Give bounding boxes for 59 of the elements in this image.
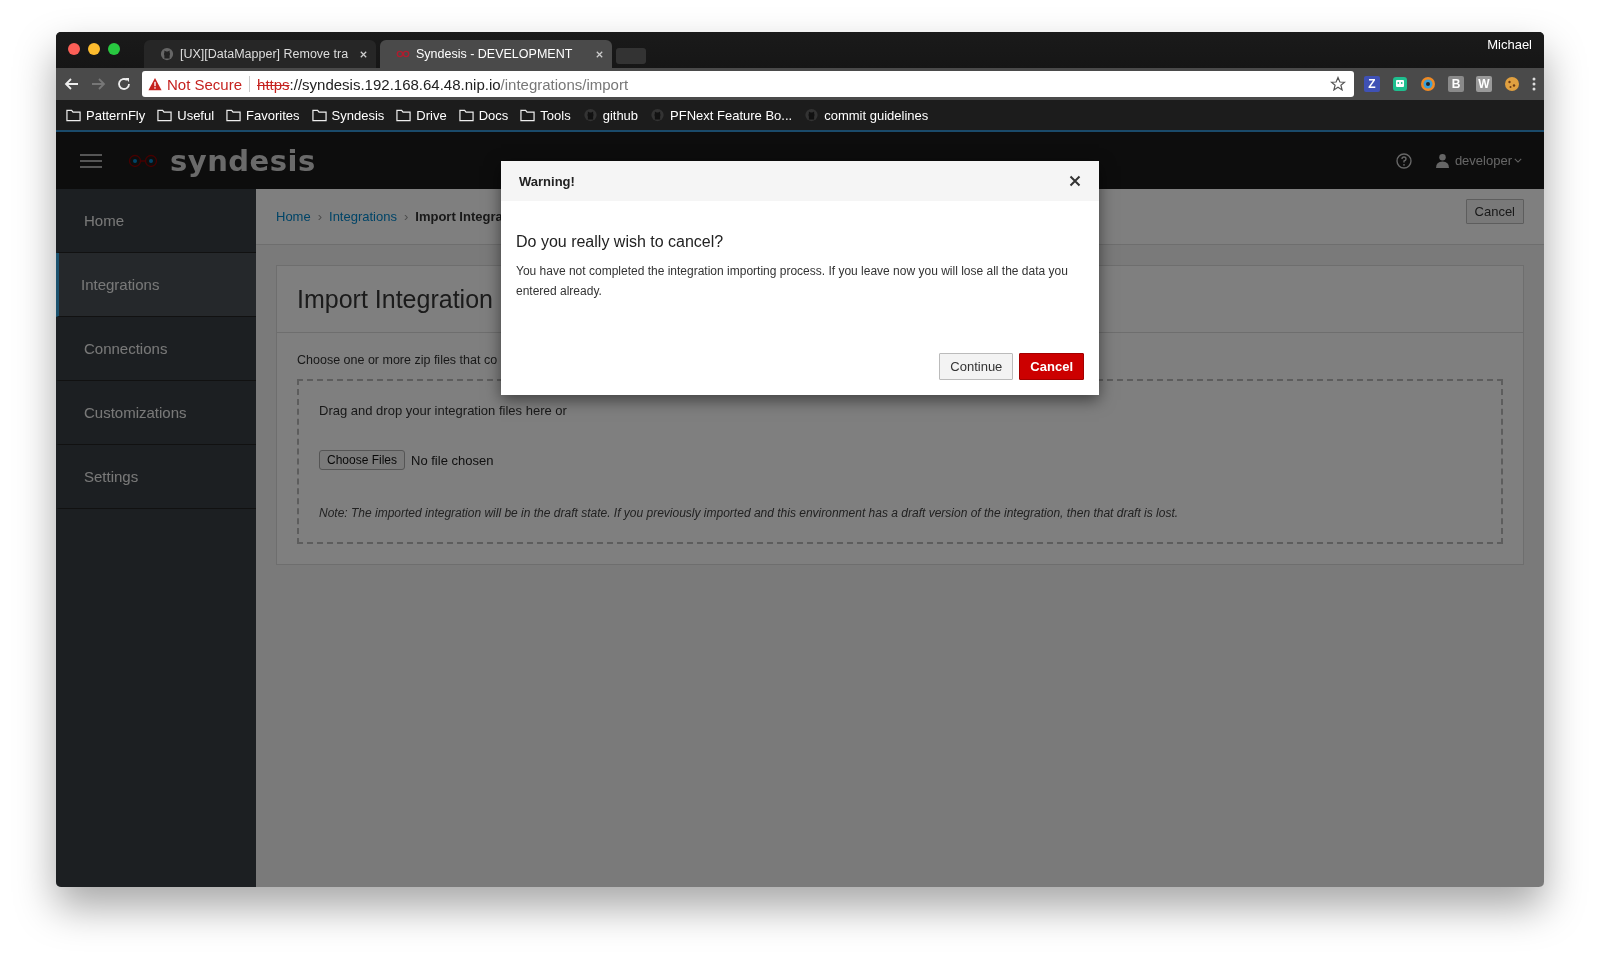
star-icon[interactable] (1330, 76, 1346, 92)
user-icon (1435, 153, 1449, 168)
folder-icon (157, 108, 173, 122)
bookmark[interactable]: Favorites (226, 107, 300, 123)
bookmark[interactable]: Syndesis (311, 107, 385, 123)
warning-icon (148, 77, 162, 91)
browser-tab[interactable]: [UX][DataMapper] Remove tra (144, 40, 376, 68)
choose-files-button[interactable]: Choose Files (319, 450, 406, 470)
cancel-button[interactable]: Cancel (1465, 199, 1524, 224)
tab-title: [UX][DataMapper] Remove tra (180, 47, 350, 61)
folder-icon (66, 108, 81, 122)
extension-icon[interactable] (1420, 76, 1436, 92)
cookie-icon[interactable] (1504, 76, 1520, 92)
address-bar[interactable]: Not Secure https://syndesis.192.168.64.48.nip.io/integrations/import (142, 71, 1354, 97)
zoom-dot[interactable] (108, 43, 120, 55)
glasses-icon (128, 153, 158, 168)
tab-title: Syndesis - DEVELOPMENT (416, 47, 574, 61)
extension-icon[interactable]: Z (1364, 76, 1380, 92)
browser-tab[interactable]: Syndesis - DEVELOPMENT (380, 40, 612, 68)
note-text: Note: The imported integration will be in the draft state. If you previously imported and this environment has a draft version of the integration, then that draft is lost. (319, 506, 1180, 520)
bookmark[interactable]: PatternFly (66, 107, 146, 123)
page-title: Import Integration (297, 284, 493, 314)
instructions-text: Choose one or more zip files that co (297, 353, 498, 367)
close-icon[interactable] (1069, 175, 1081, 187)
reload-icon[interactable] (116, 76, 132, 92)
folder-icon (226, 108, 242, 122)
minimize-dot[interactable] (88, 43, 100, 55)
close-dot[interactable] (68, 43, 80, 55)
folder-icon (396, 108, 412, 122)
back-icon[interactable] (64, 76, 80, 92)
bookmark[interactable]: Useful (157, 107, 215, 123)
bookmark[interactable]: Docs (458, 107, 509, 123)
bookmark[interactable]: PFNext Feature Bo... (650, 107, 793, 123)
menu-icon[interactable] (80, 152, 102, 169)
brand-name: syndesis (170, 143, 316, 178)
bookmark[interactable]: Drive (396, 107, 447, 123)
file-status: No file chosen (411, 452, 494, 468)
caret-icon (1514, 158, 1522, 163)
help-icon[interactable] (1395, 152, 1412, 169)
continue-button[interactable]: Continue (939, 353, 1014, 380)
drop-zone-text: Drag and drop your integration files here or (319, 403, 568, 418)
folder-icon (458, 108, 474, 122)
breadcrumb-current: Import Integra (415, 209, 503, 224)
breadcrumb-separator: › (317, 209, 323, 224)
folder-icon (311, 108, 327, 122)
dialog-title: Warning! (519, 173, 575, 189)
dialog-message: You have not completed the integration importing process. If you leave now you will lose all the data you entered already. (516, 263, 1069, 300)
cancel-button[interactable]: Cancel (1019, 353, 1084, 380)
bookmark[interactable]: github (582, 107, 639, 123)
menu-icon[interactable] (1532, 76, 1536, 92)
folder-icon (520, 108, 536, 122)
profile-name[interactable]: Michael (1487, 37, 1544, 68)
breadcrumb-separator: › (403, 209, 409, 224)
dialog-heading: Do you really wish to cancel? (516, 233, 725, 251)
bookmark[interactable]: Tools (520, 107, 571, 123)
bookmark[interactable]: commit guidelines (804, 107, 929, 123)
security-label: Not Secure (167, 75, 243, 93)
url-text: https://syndesis.192.168.64.48.nip.io/integrations/import (257, 75, 630, 93)
extension-icon[interactable] (1392, 76, 1408, 92)
